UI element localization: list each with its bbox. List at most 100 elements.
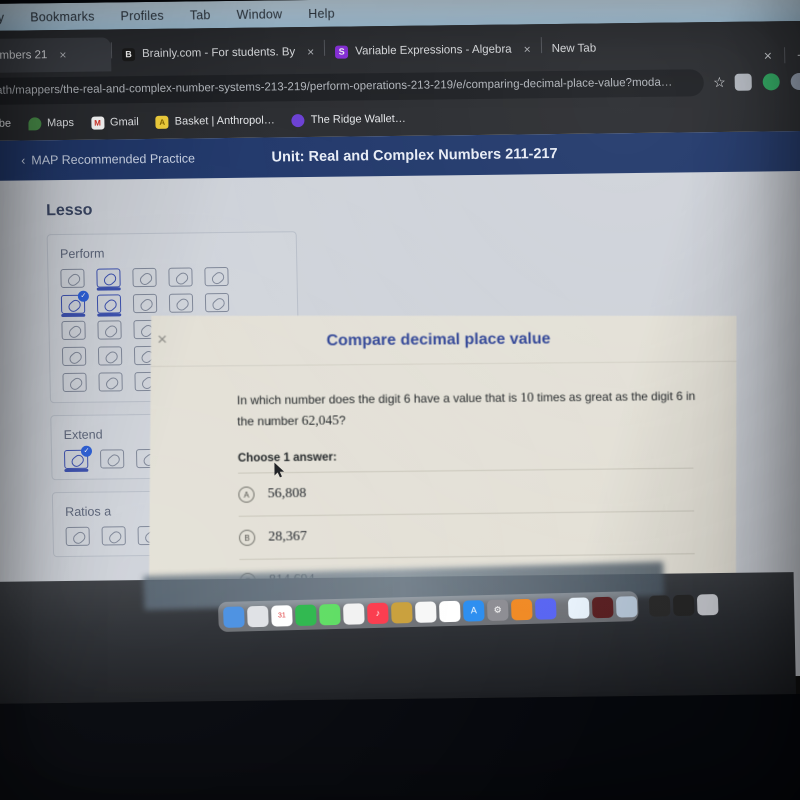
close-icon[interactable]: × [59, 48, 66, 62]
exercise-tile[interactable]: ✓ [64, 450, 88, 469]
menubar-item-tab[interactable]: Tab [190, 8, 211, 22]
exercise-tile[interactable] [132, 268, 156, 287]
browser-tab-brainly[interactable]: B Brainly.com - For students. By × [112, 35, 325, 72]
exercise-tile[interactable] [98, 346, 122, 365]
laptop-screen: ory Bookmarks Profiles Tab Window Help u… [0, 0, 800, 704]
browser-tab-title: umbers 21 [0, 49, 48, 62]
menubar-item-bookmarks[interactable]: Bookmarks [30, 9, 95, 24]
close-icon[interactable]: × [307, 45, 314, 59]
brainly-favicon-icon: B [122, 48, 135, 61]
question-text: In which number does the digit 6 have a … [154, 362, 723, 433]
exercise-tile[interactable] [133, 294, 157, 313]
dock-icon-calendar[interactable]: 31 [271, 605, 293, 627]
choice-text: 28,367 [268, 529, 307, 546]
extension-icon[interactable] [735, 73, 752, 90]
window-close-icon[interactable]: × [764, 47, 773, 63]
check-badge-icon: ✓ [81, 446, 92, 457]
exercise-tile[interactable] [97, 320, 121, 339]
question-reference-number: 62,045 [302, 412, 340, 427]
desk-and-dock-area: 31 ♪ A ⚙ [0, 572, 796, 704]
browser-tab-khan[interactable]: umbers 21 × [0, 37, 111, 73]
exercise-tile[interactable] [66, 527, 90, 546]
bookmark-star-icon[interactable]: ☆ [713, 73, 726, 90]
dock-icon-launchpad[interactable] [247, 605, 269, 627]
anthropologie-icon: A [156, 115, 169, 128]
exercise-tile[interactable] [205, 293, 229, 312]
back-label: MAP Recommended Practice [31, 151, 195, 167]
menubar-item-profiles[interactable]: Profiles [120, 8, 164, 23]
slader-favicon-icon: S [335, 45, 348, 58]
dock-icon-settings[interactable]: ⚙ [487, 599, 509, 621]
dock-icon-music[interactable]: ♪ [367, 602, 389, 624]
section-label: Perform [60, 244, 286, 261]
exercise-tile[interactable] [62, 347, 86, 366]
bookmark-label: Maps [47, 117, 74, 129]
tabstrip-tools: × + [764, 47, 800, 64]
browser-chrome: umbers 21 × B Brainly.com - For students… [0, 21, 800, 141]
bookmark-maps[interactable]: Maps [28, 116, 74, 130]
grammarly-icon[interactable] [763, 73, 780, 90]
exercise-tile[interactable] [98, 372, 122, 391]
dock-separator [643, 596, 644, 615]
photo-of-laptop-screen: ory Bookmarks Profiles Tab Window Help u… [0, 0, 800, 800]
modal-header: × Compare decimal place value [153, 311, 722, 366]
dock-icon-facetime[interactable] [295, 604, 317, 626]
gmail-icon: M [91, 116, 104, 129]
exercise-tile[interactable]: ✓ [61, 295, 85, 314]
exercise-tile[interactable] [60, 269, 84, 288]
dock-icon-notes[interactable] [391, 601, 413, 623]
choose-instruction: Choose 1 answer: [155, 427, 723, 473]
bookmark-basket-anthropologie[interactable]: A Basket | Anthropol… [156, 114, 275, 128]
browser-tab-new-tab[interactable]: New Tab [541, 31, 606, 66]
choice-text: 56,808 [267, 486, 306, 502]
browser-tab-variable-expressions[interactable]: S Variable Expressions - Algebra × [325, 32, 541, 69]
chevron-left-icon: ‹ [21, 153, 25, 167]
question-part-3: ? [339, 413, 346, 427]
dock-icon-preview[interactable] [616, 596, 638, 618]
dock-icon-recent-window-2[interactable] [673, 594, 695, 616]
check-badge-icon: ✓ [78, 291, 89, 302]
dock-icon-recent-window-1[interactable] [649, 595, 671, 617]
menubar-item-history[interactable]: ory [0, 10, 4, 24]
dock-separator [562, 599, 563, 618]
exercise-tile[interactable] [61, 321, 85, 340]
exercise-tile[interactable] [97, 294, 121, 313]
menubar-item-help[interactable]: Help [308, 6, 335, 20]
bookmark-gmail[interactable]: M Gmail [91, 116, 139, 130]
dock-icon-books[interactable] [511, 598, 533, 620]
dock-icon-photos[interactable] [415, 601, 437, 623]
exercise-tile[interactable] [204, 267, 228, 286]
bookmark-youtube[interactable]: Tube [0, 118, 11, 130]
exercise-tile[interactable] [102, 526, 126, 545]
dock-icon-screenshot[interactable] [592, 596, 614, 618]
ridge-wallet-icon [292, 114, 305, 127]
answer-choice-b[interactable]: B 28,367 [239, 510, 695, 559]
back-to-map-practice-link[interactable]: ‹ MAP Recommended Practice [0, 151, 195, 168]
dock-icon-reminders[interactable] [439, 600, 461, 622]
address-bar[interactable]: org/math/mappers/the-real-and-complex-nu… [0, 69, 704, 105]
profile-avatar-icon[interactable] [791, 72, 800, 89]
omnibox-icons [735, 72, 800, 90]
dock-icon-discord[interactable] [535, 598, 557, 620]
browser-tab-title: Brainly.com - For students. By [142, 46, 295, 60]
exercise-tile[interactable] [62, 373, 86, 392]
answer-choice-a[interactable]: A 56,808 [238, 467, 694, 515]
dock-icon-finder[interactable] [223, 606, 245, 628]
dock-icon-safari[interactable] [568, 597, 590, 619]
exercise-tile[interactable] [169, 293, 193, 312]
dock-icon-trash[interactable] [697, 593, 719, 615]
dock-icon-messages[interactable] [319, 603, 341, 625]
bookmark-ridge-wallet[interactable]: The Ridge Wallet… [292, 112, 406, 126]
close-icon[interactable]: × [523, 42, 530, 56]
question-part-1: In which number does the digit 6 have a … [237, 391, 521, 408]
exercise-tile[interactable] [168, 267, 192, 286]
browser-tab-title: New Tab [552, 42, 597, 55]
dock-icon-chrome[interactable] [343, 603, 365, 625]
menubar-item-window[interactable]: Window [236, 7, 282, 22]
url-text: org/math/mappers/the-real-and-complex-nu… [0, 77, 672, 98]
maps-icon [28, 117, 41, 130]
choice-letter-bubble: B [239, 530, 255, 546]
exercise-tile[interactable] [96, 268, 120, 287]
exercise-tile[interactable] [100, 449, 124, 468]
dock-icon-appstore[interactable]: A [463, 600, 485, 622]
